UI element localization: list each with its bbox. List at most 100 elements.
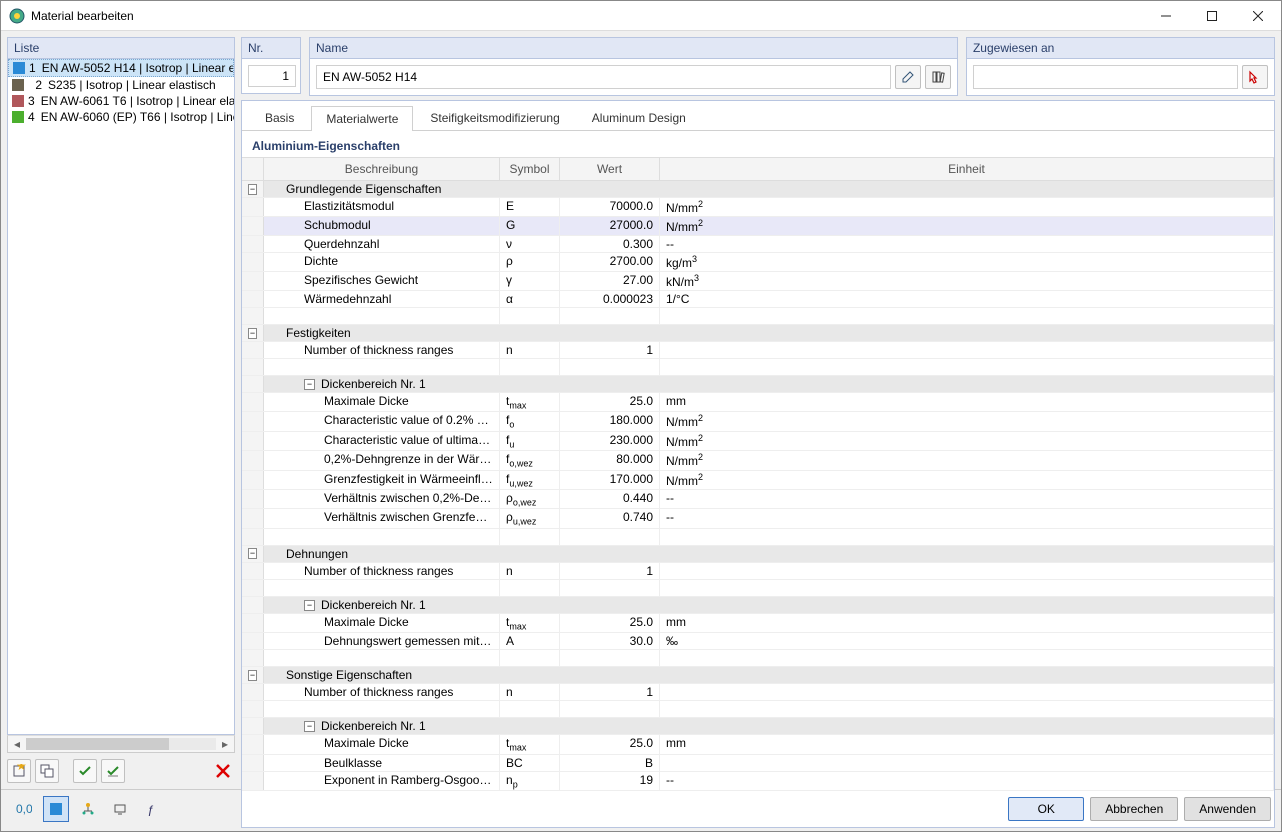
prop-value[interactable]: 0.000023 <box>560 291 660 307</box>
data-row[interactable]: Maximale Dicketmax25.0mm <box>242 735 1274 754</box>
name-input[interactable] <box>316 65 891 89</box>
prop-symbol: n <box>500 684 560 700</box>
prop-desc: Number of thickness ranges <box>264 342 500 358</box>
prop-value[interactable]: 1 <box>560 563 660 579</box>
list-item[interactable]: 3EN AW-6061 T6 | Isotrop | Linear elast <box>8 93 234 109</box>
collapse-icon[interactable]: − <box>248 184 257 195</box>
assign-pick-button[interactable] <box>1242 65 1268 89</box>
group-label: Sonstige Eigenschaften <box>264 667 1274 683</box>
svg-text:0,00: 0,00 <box>16 802 32 816</box>
prop-value[interactable]: 27000.0 <box>560 217 660 235</box>
data-row[interactable]: Grenzfestigkeit in Wärmeeinflusszo...fu,… <box>242 471 1274 490</box>
material-list[interactable]: 1EN AW-5052 H14 | Isotrop | Linear ela2S… <box>7 59 235 735</box>
prop-desc: Maximale Dicke <box>264 735 500 753</box>
prop-unit: mm <box>660 735 1274 753</box>
prop-value[interactable]: 0.300 <box>560 236 660 252</box>
spacer-row <box>242 308 1274 325</box>
spacer-row <box>242 650 1274 667</box>
delete-button[interactable] <box>211 759 235 783</box>
collapse-icon[interactable]: − <box>248 328 257 339</box>
prop-value[interactable]: 80.000 <box>560 451 660 469</box>
prop-value[interactable]: 0.740 <box>560 509 660 527</box>
copy-item-button[interactable] <box>35 759 59 783</box>
nr-input[interactable] <box>248 65 296 87</box>
data-row[interactable]: Maximale Dicketmax25.0mm <box>242 393 1274 412</box>
data-row[interactable]: Number of thickness rangesn1 <box>242 563 1274 580</box>
data-row[interactable]: Wärmedehnzahlα0.0000231/°C <box>242 291 1274 308</box>
data-row[interactable]: Characteristic value of ultimate stre...… <box>242 432 1274 451</box>
data-row[interactable]: Number of thickness rangesn1 <box>242 342 1274 359</box>
prop-value[interactable]: B <box>560 755 660 771</box>
collapse-icon[interactable]: − <box>304 721 315 732</box>
data-row[interactable]: ElastizitätsmodulE70000.0N/mm2 <box>242 198 1274 217</box>
list-item[interactable]: 2S235 | Isotrop | Linear elastisch <box>8 77 234 93</box>
data-row[interactable]: Verhältnis zwischen 0,2%-Dehngren...ρo,w… <box>242 490 1274 509</box>
prop-value[interactable]: 30.0 <box>560 633 660 649</box>
prop-value[interactable]: 27.00 <box>560 272 660 290</box>
new-item-button[interactable]: ★ <box>7 759 31 783</box>
collapse-icon[interactable]: − <box>248 548 257 559</box>
prop-unit: N/mm2 <box>660 217 1274 235</box>
data-row[interactable]: Characteristic value of 0.2% proof st...… <box>242 412 1274 431</box>
check-button-1[interactable] <box>73 759 97 783</box>
prop-unit: mm <box>660 614 1274 632</box>
collapse-icon[interactable]: − <box>248 670 257 681</box>
tab-materialwerte[interactable]: Materialwerte <box>311 106 413 131</box>
properties-grid[interactable]: Beschreibung Symbol Wert Einheit −Grundl… <box>242 157 1274 791</box>
mode-function-button[interactable]: ƒ <box>139 796 165 822</box>
check-button-2[interactable] <box>101 759 125 783</box>
collapse-icon[interactable]: − <box>304 379 315 390</box>
tab-aluminum-design[interactable]: Aluminum Design <box>577 105 701 130</box>
prop-value[interactable]: 170.000 <box>560 471 660 489</box>
list-scrollbar[interactable]: ◂ ▸ <box>7 735 235 753</box>
minimize-button[interactable] <box>1143 1 1189 31</box>
list-item-label: EN AW-6060 (EP) T66 | Isotrop | Linear <box>41 110 234 124</box>
prop-value[interactable]: 1 <box>560 342 660 358</box>
assign-input[interactable] <box>973 65 1238 89</box>
prop-value[interactable]: 70000.0 <box>560 198 660 216</box>
tab-steifigkeitsmodifizierung[interactable]: Steifigkeitsmodifizierung <box>415 105 574 130</box>
collapse-icon[interactable]: − <box>304 600 315 611</box>
list-item-index: 4 <box>28 110 35 124</box>
prop-value[interactable]: 1 <box>560 684 660 700</box>
spacer-row <box>242 701 1274 718</box>
cancel-button[interactable]: Abbrechen <box>1090 797 1178 821</box>
prop-value[interactable]: 0.440 <box>560 490 660 508</box>
prop-value[interactable]: 25.0 <box>560 393 660 411</box>
mode-display-button[interactable] <box>107 796 133 822</box>
color-swatch <box>13 62 25 74</box>
scroll-right-icon[interactable]: ▸ <box>216 737 234 751</box>
library-button[interactable] <box>925 65 951 89</box>
prop-value[interactable]: 25.0 <box>560 614 660 632</box>
data-row[interactable]: SchubmodulG27000.0N/mm2 <box>242 217 1274 236</box>
data-row[interactable]: BeulklasseBCB <box>242 755 1274 772</box>
tab-basis[interactable]: Basis <box>250 105 309 130</box>
maximize-button[interactable] <box>1189 1 1235 31</box>
edit-name-button[interactable] <box>895 65 921 89</box>
data-row[interactable]: Dichteρ2700.00kg/m3 <box>242 253 1274 272</box>
prop-value[interactable]: 180.000 <box>560 412 660 430</box>
nr-label: Nr. <box>241 37 301 59</box>
scroll-left-icon[interactable]: ◂ <box>8 737 26 751</box>
close-button[interactable] <box>1235 1 1281 31</box>
prop-value[interactable]: 2700.00 <box>560 253 660 271</box>
list-item[interactable]: 4 EN AW-6060 (EP) T66 | Isotrop | Linear <box>8 109 234 125</box>
data-row[interactable]: Dehnungswert gemessen mit einer I...A30.… <box>242 633 1274 650</box>
mode-units-button[interactable]: 0,00 <box>11 796 37 822</box>
prop-value[interactable]: 25.0 <box>560 735 660 753</box>
prop-value[interactable]: 19 <box>560 772 660 790</box>
prop-desc: Querdehnzahl <box>264 236 500 252</box>
data-row[interactable]: Maximale Dicketmax25.0mm <box>242 614 1274 633</box>
data-row[interactable]: Verhältnis zwischen Grenzfestigkeit...ρu… <box>242 509 1274 528</box>
apply-button[interactable]: Anwenden <box>1184 797 1271 821</box>
data-row[interactable]: 0,2%-Dehngrenze in der Wärmeeinf...fo,we… <box>242 451 1274 470</box>
data-row[interactable]: Number of thickness rangesn1 <box>242 684 1274 701</box>
mode-tree-button[interactable] <box>75 796 101 822</box>
data-row[interactable]: Spezifisches Gewichtγ27.00kN/m3 <box>242 272 1274 291</box>
data-row[interactable]: Exponent in Ramberg-Osgood-Aus...np19-- <box>242 772 1274 791</box>
data-row[interactable]: Querdehnzahlν0.300-- <box>242 236 1274 253</box>
mode-color-button[interactable] <box>43 796 69 822</box>
prop-value[interactable]: 230.000 <box>560 432 660 450</box>
ok-button[interactable]: OK <box>1008 797 1084 821</box>
list-item[interactable]: 1EN AW-5052 H14 | Isotrop | Linear ela <box>8 59 234 77</box>
